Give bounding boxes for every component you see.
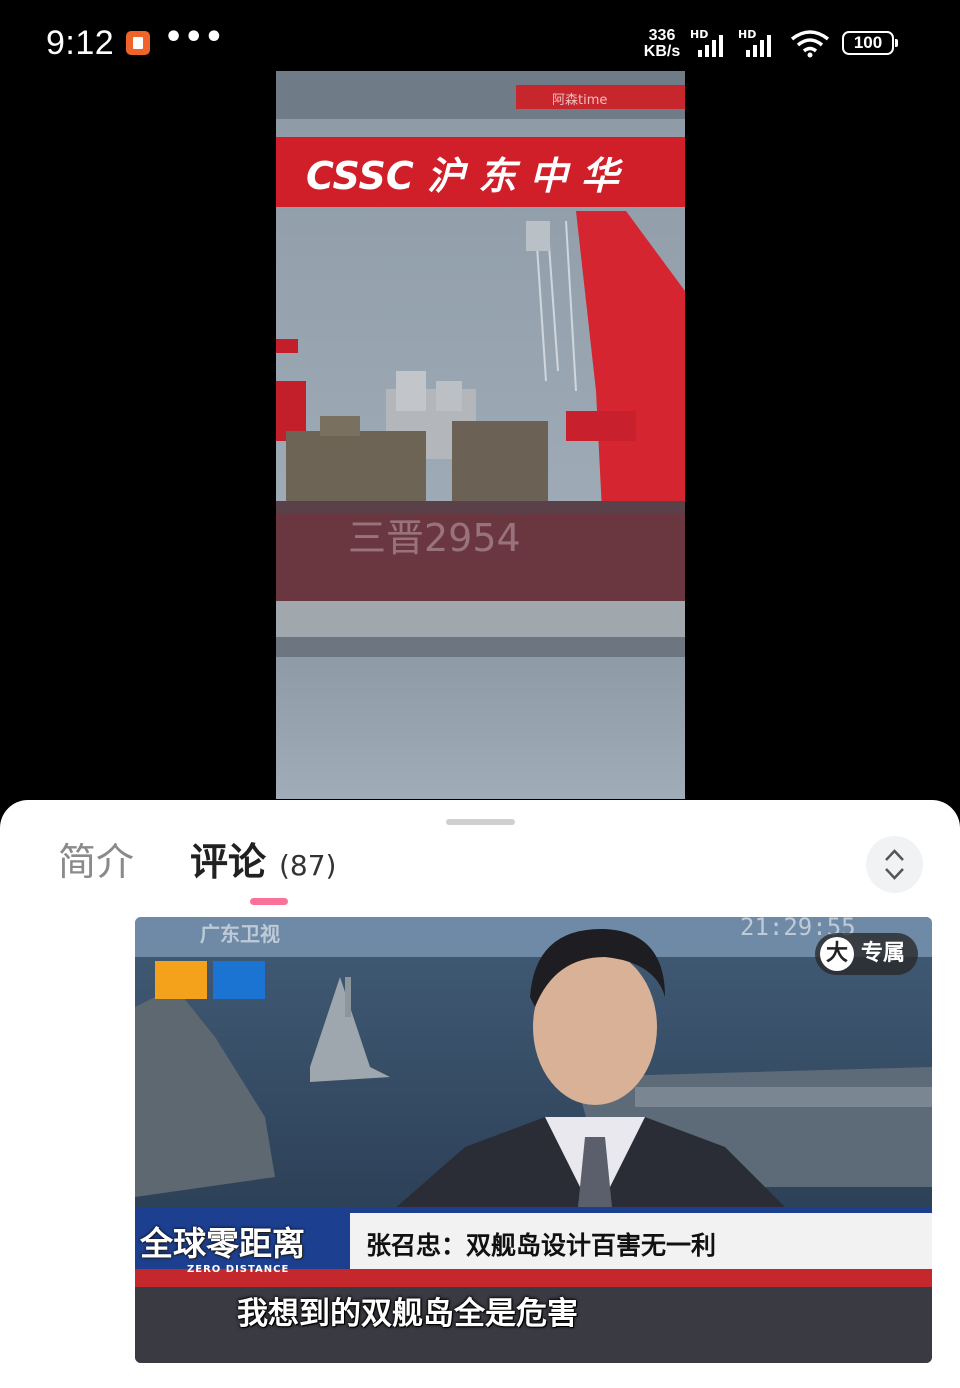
network-speed-unit: KB/s: [643, 43, 681, 60]
news-headline: 张召忠：双舰岛设计百害无一利: [366, 1231, 717, 1260]
video-watermark: 阿森time: [552, 93, 607, 108]
network-speed: 336 KB/s: [638, 28, 686, 60]
comment-count: (87): [279, 849, 337, 882]
wifi-icon: [790, 28, 830, 58]
channel-logo: 广东卫视: [200, 922, 280, 946]
show-logo-english: ZERO DISTANCE: [187, 1264, 290, 1275]
cellular-signal-2-icon: HD: [738, 28, 782, 58]
sheet-drag-handle[interactable]: [446, 819, 515, 825]
video-player[interactable]: 三晋2954 CSSC 沪 东 中 华 阿森time: [276, 71, 685, 799]
more-notifications-icon: •••: [164, 20, 225, 55]
cellular-signal-1-icon: HD: [690, 28, 734, 58]
battery-icon: 100: [842, 31, 898, 55]
app-notification-icon: [126, 31, 150, 55]
expand-collapse-button[interactable]: [866, 836, 923, 893]
active-tab-indicator: [250, 898, 288, 905]
tab-comments[interactable]: 评论: [190, 838, 266, 886]
gantry-lettering: CSSC 沪 东 中 华: [306, 154, 624, 198]
hull-number: 三晋2954: [348, 516, 521, 560]
status-bar: 9:12 ••• 336 KB/s HD HD 100: [0, 0, 960, 70]
network-speed-value: 336: [648, 27, 676, 44]
exclusive-badge: 大 专属: [815, 933, 918, 975]
chevron-up-down-icon: [885, 849, 904, 880]
exclusive-badge-icon: 大: [820, 937, 854, 971]
news-subtitle: 我想到的双舰岛全是危害: [237, 1296, 578, 1332]
tab-intro[interactable]: 简介: [58, 838, 134, 886]
video-frame: 三晋2954 CSSC 沪 东 中 华 阿森time: [276, 71, 685, 799]
status-time: 9:12: [46, 24, 115, 62]
exclusive-badge-label: 专属: [861, 941, 906, 966]
